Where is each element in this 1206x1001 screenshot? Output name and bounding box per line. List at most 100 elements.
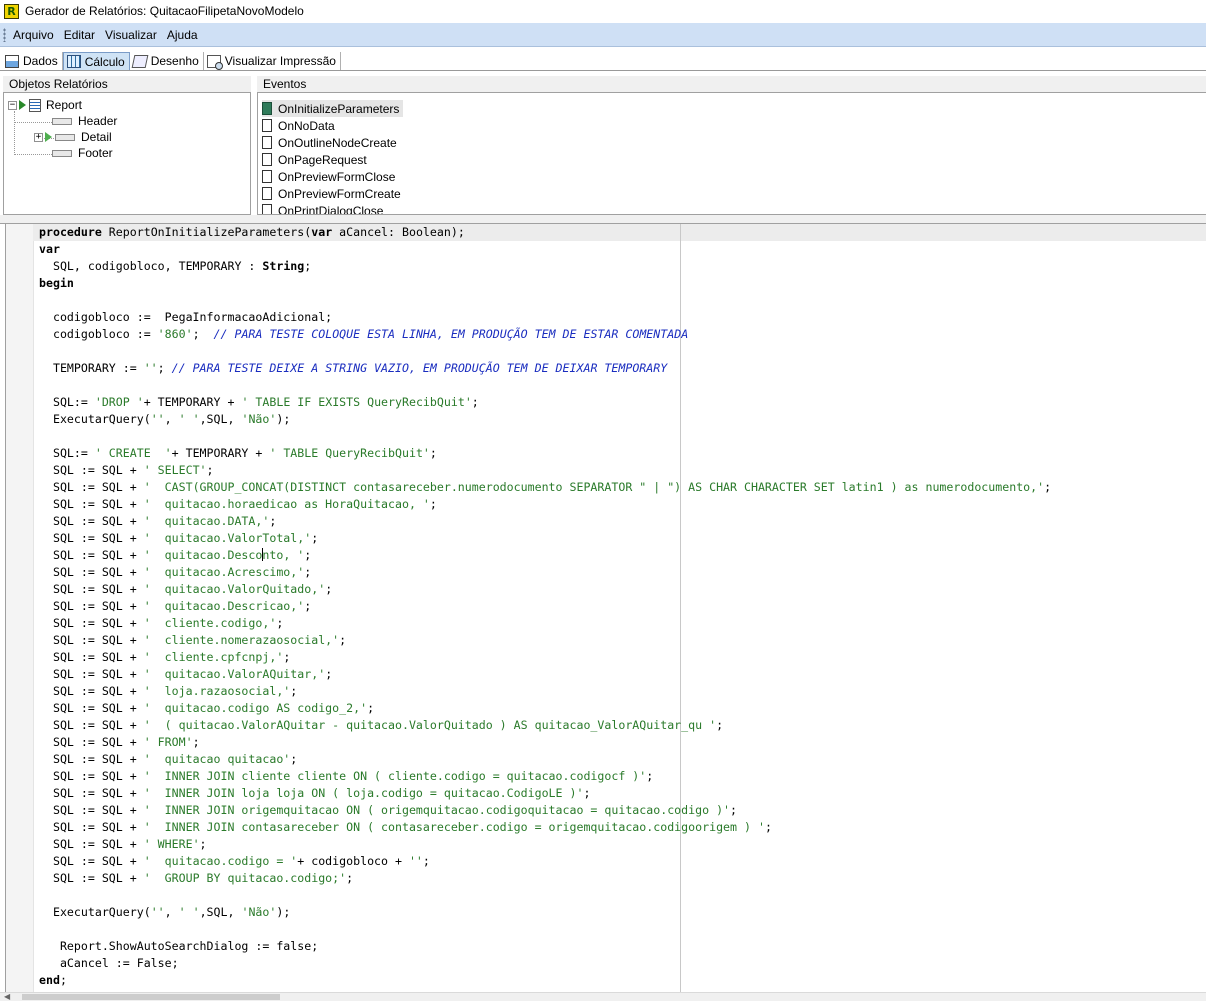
- menu-grip-icon[interactable]: [3, 27, 6, 42]
- code-token: ' quitacao.codigo AS codigo_2,': [143, 701, 368, 715]
- code-token: ' TABLE IF EXISTS QueryRecibQuit': [241, 395, 472, 409]
- code-token: ;: [304, 565, 312, 579]
- code-token: procedure: [39, 225, 102, 239]
- code-token: SQL := SQL +: [39, 667, 144, 681]
- code-line[interactable]: SQL := SQL + ' quitacao.ValorQuitado,';: [39, 581, 1051, 598]
- code-line[interactable]: ExecutarQuery('', ' ',SQL, 'Não');: [39, 411, 1051, 428]
- code-line[interactable]: aCancel := False;: [39, 955, 1051, 972]
- code-line[interactable]: SQL, codigobloco, TEMPORARY : String;: [39, 258, 1051, 275]
- code-token: '860': [157, 327, 193, 341]
- tree-node-detail[interactable]: + Detail: [34, 129, 112, 145]
- code-token: Report.ShowAutoSearchDialog := false;: [39, 939, 319, 953]
- code-line[interactable]: SQL := SQL + ' quitacao.ValorTotal,';: [39, 530, 1051, 547]
- code-line[interactable]: SQL := SQL + ' cliente.codigo,';: [39, 615, 1051, 632]
- code-line[interactable]: [39, 887, 1051, 904]
- window-title: Gerador de Relatórios: QuitacaoFilipetaN…: [25, 4, 304, 18]
- event-item[interactable]: OnPageRequest: [262, 151, 371, 168]
- tab-dados[interactable]: Dados: [2, 52, 63, 70]
- code-line[interactable]: [39, 428, 1051, 445]
- code-line[interactable]: SQL := SQL + ' CAST(GROUP_CONCAT(DISTINC…: [39, 479, 1051, 496]
- code-token: ,: [164, 905, 179, 919]
- code-line[interactable]: [39, 921, 1051, 938]
- horizontal-scrollbar[interactable]: ◀: [0, 992, 1206, 1001]
- report-icon: [29, 98, 41, 112]
- event-item[interactable]: OnInitializeParameters: [262, 100, 404, 117]
- code-line[interactable]: Report.ShowAutoSearchDialog := false;: [39, 938, 1051, 955]
- code-token: SQL := SQL +: [39, 769, 144, 783]
- code-line[interactable]: SQL := SQL + ' quitacao.Descricao,';: [39, 598, 1051, 615]
- code-line[interactable]: SQL := SQL + ' INNER JOIN contasareceber…: [39, 819, 1051, 836]
- code-line[interactable]: TEMPORARY := ''; // PARA TESTE DEIXE A S…: [39, 360, 1051, 377]
- code-line[interactable]: SQL := SQL + ' quitacao quitacao';: [39, 751, 1051, 768]
- scrollbar-thumb[interactable]: [22, 994, 280, 1000]
- tree-node-header[interactable]: Header: [52, 113, 117, 129]
- menu-ajuda[interactable]: Ajuda: [167, 28, 198, 42]
- tree-node-footer[interactable]: Footer: [52, 145, 113, 161]
- code-line[interactable]: SQL := SQL + ' quitacao.codigo AS codigo…: [39, 700, 1051, 717]
- tree-node-report[interactable]: − Report: [8, 97, 82, 113]
- event-label: OnPreviewFormClose: [278, 169, 396, 184]
- event-item[interactable]: OnPreviewFormCreate: [262, 185, 405, 202]
- code-token: ' quitacao.DATA,': [143, 514, 270, 528]
- code-line[interactable]: codigobloco := '860'; // PARA TESTE COLO…: [39, 326, 1051, 343]
- code-line[interactable]: SQL := SQL + ' INNER JOIN cliente client…: [39, 768, 1051, 785]
- code-line[interactable]: SQL := SQL + ' cliente.nomerazaosocial,'…: [39, 632, 1051, 649]
- code-line[interactable]: SQL := SQL + ' FROM';: [39, 734, 1051, 751]
- menu-editar[interactable]: Editar: [64, 28, 95, 42]
- code-line[interactable]: SQL := SQL + ' INNER JOIN loja loja ON (…: [39, 785, 1051, 802]
- code-line[interactable]: SQL:= ' CREATE '+ TEMPORARY + ' TABLE Qu…: [39, 445, 1051, 462]
- expand-icon[interactable]: +: [34, 132, 43, 142]
- code-token: ;: [304, 548, 312, 562]
- menu-arquivo[interactable]: Arquivo: [13, 28, 54, 42]
- band-icon: [55, 133, 75, 141]
- code-line[interactable]: SQL := SQL + ' cliente.cpfcnpj,';: [39, 649, 1051, 666]
- code-line[interactable]: SQL := SQL + ' WHERE';: [39, 836, 1051, 853]
- code-token: ;: [346, 871, 354, 885]
- code-token: ;: [1044, 480, 1052, 494]
- code-token: SQL := SQL +: [39, 820, 144, 834]
- scroll-left-icon[interactable]: ◀: [4, 993, 10, 1001]
- code-line[interactable]: SQL := SQL + ' quitacao.DATA,';: [39, 513, 1051, 530]
- code-line[interactable]: SQL := SQL + ' GROUP BY quitacao.codigo;…: [39, 870, 1051, 887]
- code-line[interactable]: procedure ReportOnInitializeParameters(v…: [39, 224, 1051, 241]
- code-line[interactable]: SQL := SQL + ' INNER JOIN origemquitacao…: [39, 802, 1051, 819]
- code-line[interactable]: var: [39, 241, 1051, 258]
- tab-calculo[interactable]: Cálculo: [62, 52, 130, 70]
- event-page-icon: [262, 187, 272, 200]
- code-line[interactable]: SQL:= 'DROP '+ TEMPORARY + ' TABLE IF EX…: [39, 394, 1051, 411]
- code-line[interactable]: end;: [39, 972, 1051, 989]
- code-token: ' INNER JOIN loja loja ON ( loja.codigo …: [143, 786, 584, 800]
- code-line[interactable]: SQL := SQL + ' loja.razaosocial,';: [39, 683, 1051, 700]
- tab-visualizar-impressao[interactable]: Visualizar Impressão: [204, 52, 341, 70]
- code-token: ' quitacao.horaedicao as HoraQuitacao, ': [143, 497, 430, 511]
- event-item[interactable]: OnPrintDialogClose: [262, 202, 387, 214]
- menu-visualizar[interactable]: Visualizar: [105, 28, 157, 42]
- code-line[interactable]: begin: [39, 275, 1051, 292]
- code-line[interactable]: codigobloco := PegaInformacaoAdicional;: [39, 309, 1051, 326]
- code-token: SQL := SQL +: [39, 616, 144, 630]
- code-line[interactable]: SQL := SQL + ' quitacao.ValorAQuitar,';: [39, 666, 1051, 683]
- code-token: 'Não': [241, 412, 277, 426]
- code-line[interactable]: SQL := SQL + ' SELECT';: [39, 462, 1051, 479]
- event-item[interactable]: OnPreviewFormClose: [262, 168, 399, 185]
- collapse-icon[interactable]: −: [8, 100, 17, 110]
- code-token: ;: [290, 752, 298, 766]
- tab-desenho[interactable]: Desenho: [130, 52, 204, 70]
- event-item[interactable]: OnNoData: [262, 117, 339, 134]
- code-line[interactable]: SQL := SQL + ' ( quitacao.ValorAQuitar -…: [39, 717, 1051, 734]
- code-line[interactable]: SQL := SQL + ' quitacao.codigo = '+ codi…: [39, 853, 1051, 870]
- menu-bar: Arquivo Editar Visualizar Ajuda: [0, 23, 1206, 47]
- panel-splitter[interactable]: [0, 215, 1206, 224]
- code-lines[interactable]: procedure ReportOnInitializeParameters(v…: [39, 224, 1051, 989]
- code-line[interactable]: ExecutarQuery('', ' ',SQL, 'Não');: [39, 904, 1051, 921]
- code-editor[interactable]: procedure ReportOnInitializeParameters(v…: [5, 224, 1206, 992]
- code-token: ;: [339, 633, 347, 647]
- code-line[interactable]: SQL := SQL + ' quitacao.Acrescimo,';: [39, 564, 1051, 581]
- code-line[interactable]: [39, 343, 1051, 360]
- code-line[interactable]: [39, 292, 1051, 309]
- code-token: SQL := SQL +: [39, 565, 144, 579]
- event-item[interactable]: OnOutlineNodeCreate: [262, 134, 401, 151]
- code-line[interactable]: SQL := SQL + ' quitacao.horaedicao as Ho…: [39, 496, 1051, 513]
- code-line[interactable]: [39, 377, 1051, 394]
- code-line[interactable]: SQL := SQL + ' quitacao.Desconto, ';: [39, 547, 1051, 564]
